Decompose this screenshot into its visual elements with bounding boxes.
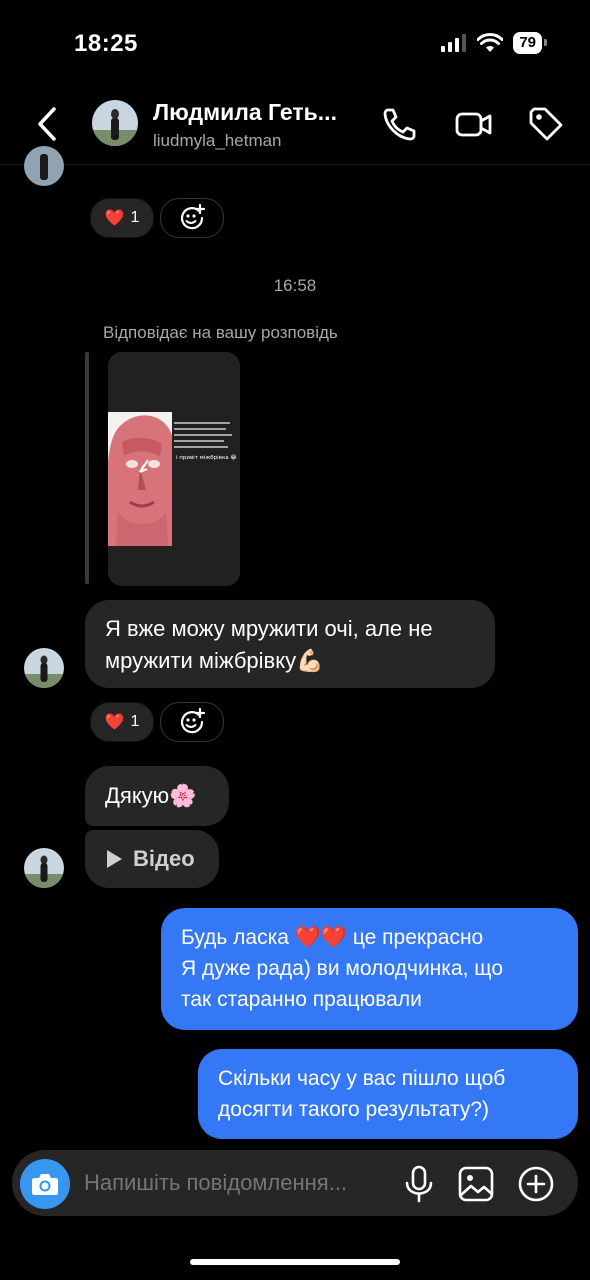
reaction-pill[interactable]: ❤️ 1 <box>90 702 154 742</box>
message-text: Відео <box>133 846 195 871</box>
header-divider <box>0 164 590 165</box>
message-text: досягти такого результату?) <box>218 1098 490 1121</box>
signal-icon <box>441 34 467 52</box>
message-text: Я дуже рада) ви молодчинка, що <box>181 957 503 980</box>
smiley-plus-icon <box>180 204 206 230</box>
timestamp: 16:58 <box>273 276 317 295</box>
message-text: Будь ласка ❤️❤️ це прекрасно <box>181 926 484 949</box>
home-indicator <box>190 1259 400 1265</box>
message-text: мружити міжбрівку💪🏻 <box>105 648 324 673</box>
status-time: 18:25 <box>74 30 138 57</box>
story-thumbnail[interactable]: і привіт міжбрівка 😂 <box>108 352 240 586</box>
reply-bar <box>85 352 89 584</box>
message-text: так старанно працювали <box>181 988 422 1011</box>
contact-username[interactable]: liudmyla_hetman <box>153 131 282 151</box>
message-text: Я вже можу мружити очі, але не <box>105 616 433 641</box>
video-call-icon[interactable] <box>454 104 494 144</box>
avatar[interactable] <box>24 848 64 888</box>
avatar[interactable] <box>24 648 64 688</box>
smiley-plus-icon <box>180 708 206 734</box>
phone-call-icon[interactable] <box>380 104 420 144</box>
battery-indicator: 79 <box>513 32 547 54</box>
add-reaction-button[interactable] <box>160 198 224 238</box>
video-message-bubble[interactable]: Відео <box>85 830 219 888</box>
anatomy-face-image <box>108 412 172 546</box>
camera-button[interactable] <box>20 1159 70 1209</box>
reaction-count: 1 <box>130 209 140 226</box>
story-text: і привіт міжбрівка 😂 <box>176 454 237 461</box>
reply-label: Відповідає на вашу розповідь <box>103 323 338 342</box>
plus-icon[interactable] <box>516 1164 556 1204</box>
gallery-icon[interactable] <box>457 1165 495 1203</box>
play-icon <box>107 850 122 868</box>
back-arrow-icon[interactable] <box>30 104 66 144</box>
microphone-icon[interactable] <box>400 1164 438 1204</box>
add-reaction-button[interactable] <box>160 702 224 742</box>
message-bubble-outgoing[interactable]: Будь ласка ❤️❤️ це прекрасно Я дуже рада… <box>161 908 578 1030</box>
avatar[interactable] <box>92 100 138 146</box>
message-bubble-incoming[interactable]: Я вже можу мружити очі, але не мружити м… <box>85 600 495 688</box>
message-bubble-incoming[interactable]: Дякую🌸 <box>85 766 229 826</box>
avatar <box>24 146 64 186</box>
heart-reaction: ❤️ <box>104 714 125 731</box>
reaction-pill[interactable]: ❤️ 1 <box>90 198 154 238</box>
message-input[interactable] <box>84 1170 384 1196</box>
message-bubble-outgoing[interactable]: Скільки часу у вас пішло щоб досягти так… <box>198 1049 578 1139</box>
heart-reaction: ❤️ <box>104 210 125 227</box>
wifi-icon <box>477 33 504 52</box>
contact-name[interactable]: Людмила Геть... <box>153 99 337 126</box>
reaction-count: 1 <box>130 713 140 730</box>
message-text: Скільки часу у вас пішло щоб <box>218 1067 506 1090</box>
camera-icon <box>32 1174 58 1195</box>
tag-icon[interactable] <box>526 104 566 144</box>
status-indicators: 79 <box>441 32 547 54</box>
message-text: Дякую🌸 <box>105 783 197 808</box>
